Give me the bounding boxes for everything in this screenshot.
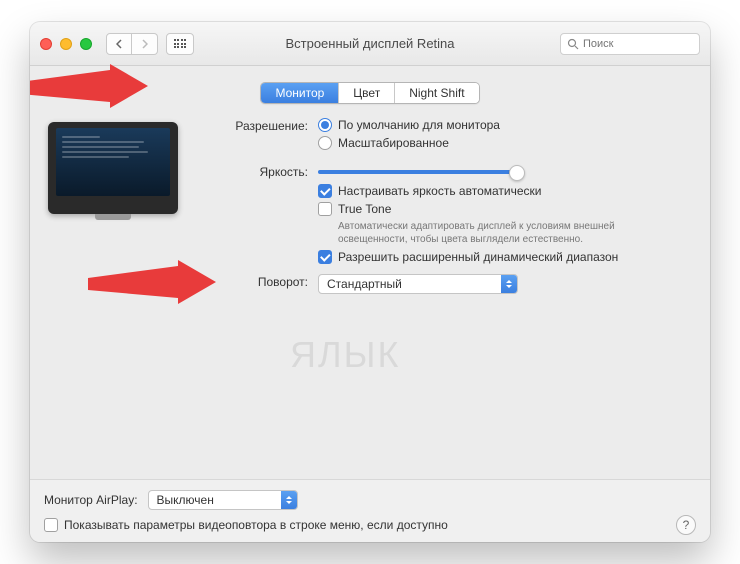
close-button[interactable] <box>40 38 52 50</box>
resolution-scaled-label: Масштабированное <box>338 136 449 150</box>
brightness-label: Яркость: <box>188 164 308 179</box>
preferences-window: Встроенный дисплей Retina Монитор Цвет N… <box>30 22 710 542</box>
true-tone-label: True Tone <box>338 202 391 216</box>
search-field[interactable] <box>560 33 700 55</box>
true-tone-checkbox[interactable]: True Tone <box>318 202 692 216</box>
back-button[interactable] <box>106 33 132 55</box>
help-button[interactable]: ? <box>676 515 696 535</box>
forward-button[interactable] <box>132 33 158 55</box>
show-mirroring-checkbox[interactable]: Показывать параметры видеоповтора в стро… <box>44 518 448 532</box>
search-icon <box>567 38 579 50</box>
chevron-left-icon <box>116 39 123 49</box>
display-thumbnail <box>48 118 178 479</box>
edr-label: Разрешить расширенный динамический диапа… <box>338 250 618 264</box>
resolution-label: Разрешение: <box>188 118 308 133</box>
resolution-default-option[interactable]: По умолчанию для монитора <box>318 118 692 132</box>
tab-bar: Монитор Цвет Night Shift <box>30 82 710 104</box>
segmented-control: Монитор Цвет Night Shift <box>260 82 479 104</box>
show-mirroring-label: Показывать параметры видеоповтора в стро… <box>64 518 448 532</box>
airplay-value: Выключен <box>157 493 214 507</box>
brightness-slider[interactable] <box>318 170 518 174</box>
true-tone-description: Автоматически адаптировать дисплей к усл… <box>318 220 628 246</box>
show-all-button[interactable] <box>166 33 194 55</box>
resolution-scaled-option[interactable]: Масштабированное <box>318 136 692 150</box>
select-arrows-icon <box>281 491 297 509</box>
edr-checkbox[interactable]: Разрешить расширенный динамический диапа… <box>318 250 692 264</box>
checkbox-icon <box>318 250 332 264</box>
auto-brightness-checkbox[interactable]: Настраивать яркость автоматически <box>318 184 692 198</box>
radio-icon <box>318 118 332 132</box>
auto-brightness-label: Настраивать яркость автоматически <box>338 184 542 198</box>
content-area: Разрешение: По умолчанию для монитора Ма… <box>30 104 710 479</box>
rotation-value: Стандартный <box>327 277 402 291</box>
tab-monitor[interactable]: Монитор <box>261 83 339 103</box>
checkbox-icon <box>318 202 332 216</box>
tab-night-shift[interactable]: Night Shift <box>395 83 478 103</box>
rotation-label: Поворот: <box>188 274 308 289</box>
search-input[interactable] <box>583 38 693 50</box>
airplay-label: Монитор AirPlay: <box>44 493 138 507</box>
checkbox-icon <box>44 518 58 532</box>
titlebar: Встроенный дисплей Retina <box>30 22 710 66</box>
airplay-select[interactable]: Выключен <box>148 490 298 510</box>
bottom-panel: Монитор AirPlay: Выключен Показывать пар… <box>30 479 710 542</box>
zoom-button[interactable] <box>80 38 92 50</box>
minimize-button[interactable] <box>60 38 72 50</box>
radio-icon <box>318 136 332 150</box>
resolution-default-label: По умолчанию для монитора <box>338 118 500 132</box>
grid-icon <box>174 39 187 48</box>
select-arrows-icon <box>501 275 517 293</box>
rotation-select[interactable]: Стандартный <box>318 274 518 294</box>
nav-buttons <box>106 33 158 55</box>
checkbox-icon <box>318 184 332 198</box>
tab-color[interactable]: Цвет <box>339 83 395 103</box>
window-controls <box>40 38 92 50</box>
settings-form: Разрешение: По умолчанию для монитора Ма… <box>188 118 692 479</box>
chevron-right-icon <box>141 39 148 49</box>
